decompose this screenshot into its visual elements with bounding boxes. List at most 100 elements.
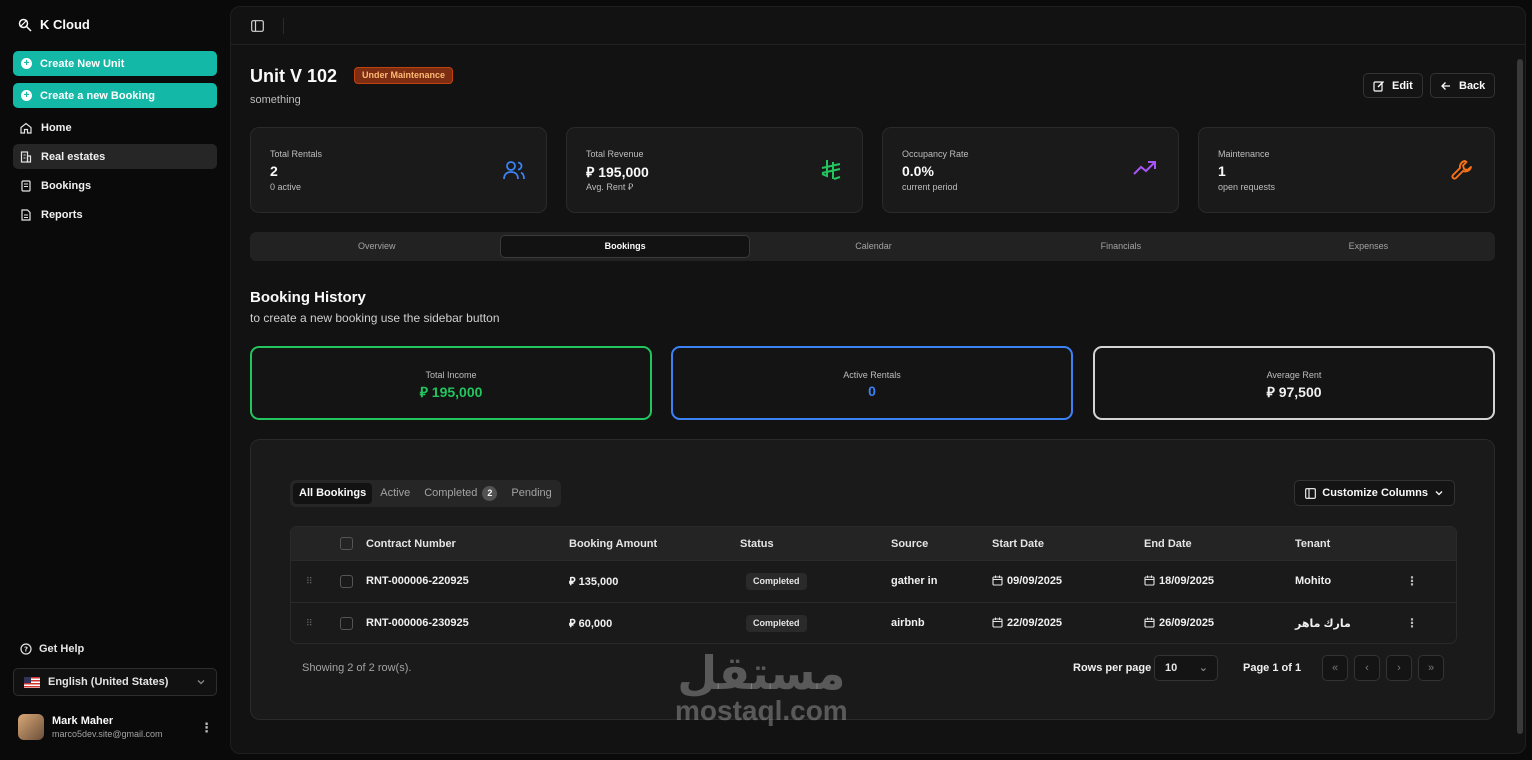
top-bar (231, 7, 1525, 45)
column-header[interactable]: End Date (1144, 538, 1192, 550)
column-header[interactable]: Source (891, 538, 928, 550)
row-actions-icon[interactable]: ⋮ (1406, 616, 1418, 630)
sidebar: K Cloud + Create New Unit + Create a new… (0, 0, 230, 760)
watermark-latin: mostaql.com (675, 695, 848, 726)
user-email: marco5dev.site@gmail.com (52, 729, 163, 739)
brand[interactable]: K Cloud (18, 17, 90, 32)
prev-page-button[interactable]: ‹ (1354, 655, 1380, 681)
booking-filter-tabs: All Bookings Active Completed 2 Pending (290, 480, 561, 507)
source: airbnb (891, 617, 925, 629)
column-header[interactable]: Start Date (992, 538, 1044, 550)
booking-amount: ⃁ 135,000 (569, 576, 619, 588)
more-vertical-icon[interactable]: ⋮ (200, 720, 213, 736)
user-name: Mark Maher (52, 715, 114, 727)
create-unit-button[interactable]: + Create New Unit (13, 51, 217, 76)
trending-up-icon (1133, 161, 1156, 175)
stat-value: 2 (270, 163, 278, 179)
sidebar-item-real-estates[interactable]: Real estates (13, 144, 217, 169)
sidebar-item-home[interactable]: Home (13, 115, 217, 140)
count-badge: 2 (482, 486, 498, 501)
stat-card-occupancy-rate: Occupancy Rate 0.0% current period (882, 127, 1179, 213)
back-label: Back (1459, 79, 1486, 92)
tab-calendar[interactable]: Calendar (750, 235, 997, 258)
edit-icon (1373, 80, 1384, 92)
select-all-checkbox[interactable] (340, 537, 353, 550)
first-page-button[interactable]: « (1322, 655, 1348, 681)
get-help-link[interactable]: ? Get Help (20, 643, 84, 655)
user-profile[interactable]: Mark Maher marco5dev.site@gmail.com (18, 714, 163, 740)
row-actions-icon[interactable]: ⋮ (1406, 574, 1418, 588)
chevron-down-icon: ⌄ (1198, 662, 1208, 674)
help-circle-icon: ? (20, 643, 32, 655)
end-date-value: 26/09/2025 (1159, 617, 1215, 629)
tenant: مارك ماهر (1295, 618, 1351, 630)
divider (283, 18, 284, 34)
scrollbar[interactable] (1517, 59, 1523, 734)
stat-label: Total Rentals (270, 149, 323, 159)
summary-card-average-rent: Average Rent ⃁ 97,500 (1093, 346, 1495, 420)
tab-bookings[interactable]: Bookings (500, 235, 750, 258)
filter-all-bookings[interactable]: All Bookings (293, 483, 373, 504)
chevron-down-icon (1435, 491, 1443, 496)
building-icon (20, 150, 32, 163)
home-icon (20, 122, 32, 134)
contract-number: RNT-000006-220925 (366, 575, 469, 587)
summary-label: Average Rent (1266, 370, 1322, 380)
source: gather in (891, 575, 938, 587)
sidebar-item-label: Home (41, 121, 72, 134)
row-checkbox[interactable] (340, 575, 353, 588)
summary-label: Total Income (425, 370, 477, 380)
bookings-table-card: All Bookings Active Completed 2 Pending … (250, 439, 1495, 720)
last-page-button[interactable]: » (1418, 655, 1444, 681)
get-help-label: Get Help (39, 643, 85, 655)
tab-financials[interactable]: Financials (997, 235, 1244, 258)
bookings-table: Contract Number Booking Amount Status So… (290, 526, 1457, 644)
table-row[interactable]: ⠿ RNT-000006-230925 ⃁ 60,000 Completed a… (291, 602, 1456, 643)
column-header[interactable]: Tenant (1295, 538, 1330, 550)
column-header[interactable]: Contract Number (366, 538, 456, 550)
stat-label: Maintenance (1218, 149, 1270, 159)
drag-handle-icon[interactable]: ⠿ (306, 576, 313, 587)
sidebar-item-bookings[interactable]: Bookings (13, 173, 217, 198)
sidebar-item-label: Real estates (41, 150, 106, 163)
end-date: 18/09/2025 (1144, 575, 1214, 587)
watermark: مستقل mostaql.com (675, 648, 848, 726)
tenant: Mohito (1295, 575, 1332, 587)
filter-active[interactable]: Active (374, 483, 416, 504)
next-page-button[interactable]: › (1386, 655, 1412, 681)
stat-card-total-rentals: Total Rentals 2 0 active (250, 127, 547, 213)
page-indicator: Page 1 of 1 (1243, 662, 1302, 674)
row-checkbox[interactable] (340, 617, 353, 630)
create-booking-button[interactable]: + Create a new Booking (13, 83, 217, 108)
filter-completed[interactable]: Completed 2 (418, 483, 503, 504)
chevron-down-icon (197, 680, 205, 685)
summary-card-total-income: Total Income ⃁ 195,000 (250, 346, 652, 420)
filter-pending[interactable]: Pending (505, 483, 557, 504)
edit-button[interactable]: Edit (1363, 73, 1423, 98)
stat-value: 1 (1218, 163, 1226, 179)
column-header[interactable]: Booking Amount (569, 538, 657, 550)
tab-overview[interactable]: Overview (253, 235, 500, 258)
summary-label: Active Rentals (843, 370, 901, 380)
summary-value: ⃁ 195,000 (419, 384, 483, 400)
wrench-icon (1451, 160, 1472, 180)
table-header: Contract Number Booking Amount Status So… (291, 527, 1456, 560)
sidebar-toggle-icon[interactable] (251, 20, 264, 32)
customize-columns-button[interactable]: Customize Columns (1294, 480, 1455, 506)
language-select[interactable]: English (United States) (13, 668, 217, 696)
back-button[interactable]: Back (1430, 73, 1496, 98)
status-badge: Under Maintenance (354, 67, 454, 84)
table-row[interactable]: ⠿ RNT-000006-220925 ⃁ 135,000 Completed … (291, 560, 1456, 602)
drag-handle-icon[interactable]: ⠿ (306, 618, 313, 629)
calendar-icon (992, 617, 1003, 628)
tab-expenses[interactable]: Expenses (1245, 235, 1492, 258)
us-flag-icon (24, 676, 40, 688)
sidebar-item-reports[interactable]: Reports (13, 202, 217, 227)
rows-per-page-select[interactable]: 10 ⌄ (1154, 655, 1218, 681)
start-date-value: 22/09/2025 (1007, 617, 1063, 629)
main-panel: Unit V 102 Under Maintenance something E… (230, 6, 1526, 754)
column-header[interactable]: Status (740, 538, 774, 550)
summary-value: ⃁ 97,500 (1266, 384, 1322, 400)
start-date: 22/09/2025 (992, 617, 1062, 629)
summary-value: 0 (868, 383, 876, 399)
